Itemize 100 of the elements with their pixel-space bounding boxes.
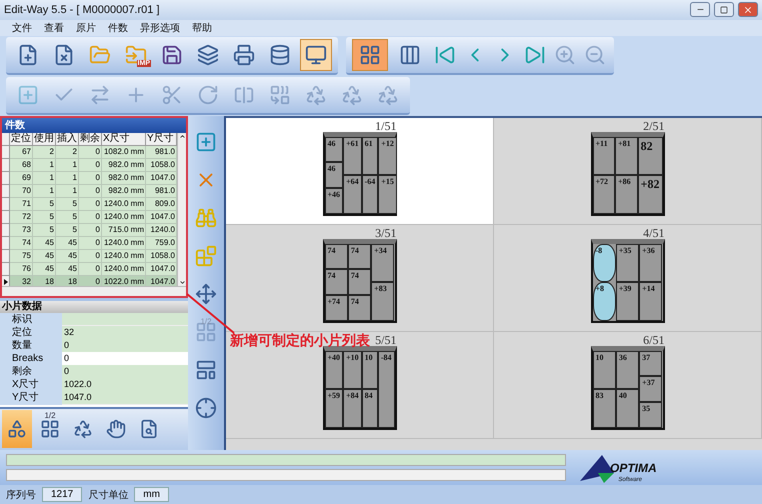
- glass-piece: +14: [639, 282, 662, 321]
- column-header[interactable]: 插入: [56, 132, 79, 146]
- maximize-icon: [720, 6, 728, 14]
- sheet-title: 5/51: [375, 334, 396, 346]
- property-field[interactable]: [62, 312, 188, 326]
- glass-piece: +81: [615, 136, 638, 176]
- menu-item[interactable]: 原片: [76, 20, 96, 35]
- glass-piece: +64: [343, 175, 362, 214]
- maximize-button[interactable]: [714, 2, 734, 18]
- table-cell: 1: [56, 172, 79, 185]
- serial-field: 1217: [42, 487, 82, 502]
- column-header[interactable]: Y尺寸: [146, 132, 177, 146]
- sheet-cell[interactable]: 4/51 -8 +8 +35 +39 +36 +14: [494, 224, 762, 332]
- binoculars-icon: [195, 206, 217, 229]
- columns-icon: [399, 44, 421, 66]
- layers-icon: [197, 44, 219, 66]
- table-cell: 0: [79, 158, 102, 172]
- sheet-cell[interactable]: 6/51 10 83 36 40 37 +37 35: [494, 332, 762, 439]
- glass-piece: 46: [324, 162, 344, 188]
- logo-name: OPTIMA: [610, 460, 657, 475]
- sheet-cell[interactable]: 1/51 46 46 +46 +61 +64 61 -64 +12 +15: [226, 118, 494, 225]
- sheet-title: 4/51: [643, 226, 664, 239]
- property-field[interactable]: 0: [62, 364, 188, 379]
- property-field[interactable]: 32: [62, 326, 188, 340]
- table-row[interactable]: 69 1 1 0 982.0 mm 1047.0: [2, 172, 177, 185]
- add-piece-icon: [17, 84, 39, 106]
- first-page-icon: [434, 44, 456, 66]
- table-row[interactable]: 72 5 5 0 1240.0 mm 1047.0: [2, 210, 177, 224]
- table-cell: 45: [56, 250, 79, 263]
- property-field[interactable]: 0: [62, 338, 188, 353]
- glass-piece: +34: [371, 244, 394, 282]
- tool-tab[interactable]: [2, 410, 32, 448]
- table-row[interactable]: 70 1 1 0 982.0 mm 981.0: [2, 184, 177, 198]
- table-cell: 1082.0 mm: [102, 146, 146, 159]
- toolbar-button[interactable]: [352, 38, 388, 71]
- table-cell: 5: [56, 198, 79, 211]
- table-row[interactable]: 73 5 5 0 715.0 mm 1240.0: [2, 224, 177, 237]
- column-header[interactable]: X尺寸: [102, 132, 146, 146]
- table-cell: 982.0 mm: [102, 184, 146, 198]
- column-header[interactable]: 剩余: [79, 132, 102, 146]
- property-field[interactable]: 1022.0: [62, 378, 188, 392]
- column-header[interactable]: 使用: [33, 132, 56, 146]
- menu-item[interactable]: 文件: [12, 20, 32, 35]
- current-row-icon: [4, 278, 8, 285]
- toolbar-button[interactable]: [300, 38, 332, 71]
- table-row[interactable]: 67 2 2 0 1082.0 mm 981.0: [2, 146, 177, 159]
- glass-piece: +10: [343, 350, 362, 390]
- table-cell: 0: [79, 224, 102, 237]
- glass-piece: -64: [362, 175, 378, 214]
- sheet-cell[interactable]: 2/51 +11 +72 +81 +86 82 +82: [494, 118, 762, 225]
- property-label: Breaks: [0, 352, 62, 366]
- close-file-icon: [53, 44, 75, 66]
- table-row[interactable]: 75 45 45 0 1240.0 mm 1058.0: [2, 250, 177, 263]
- table-cell: 76: [10, 262, 33, 276]
- property-field[interactable]: 1047.0: [62, 390, 188, 405]
- glass-piece: +15: [378, 175, 397, 214]
- table-cell: 71: [10, 198, 33, 211]
- glass-piece: +11: [592, 136, 616, 176]
- table-cell: 1240.0 mm: [102, 236, 146, 250]
- preview-icon: [139, 419, 159, 440]
- crosshair-icon: [195, 396, 217, 419]
- menu-item[interactable]: 帮助: [192, 20, 212, 35]
- table-cell: 45: [33, 262, 56, 276]
- table-cell: 0: [79, 172, 102, 185]
- blocks-icon: [195, 244, 217, 267]
- glass-piece: +35: [616, 244, 640, 282]
- menu-item[interactable]: 异形选项: [140, 20, 180, 35]
- table-cell: 1240.0 mm: [102, 262, 146, 276]
- recycle-icon: [305, 84, 327, 106]
- table-row[interactable]: 71 5 5 0 1240.0 mm 809.0: [2, 198, 177, 211]
- horizontal-scrollbar[interactable]: [2, 286, 186, 296]
- table-cell: 70: [10, 184, 33, 198]
- tool-tab[interactable]: 1/2: [35, 410, 65, 448]
- glass-piece: 74: [324, 244, 348, 270]
- menu-item[interactable]: 查看: [44, 20, 64, 35]
- close-button[interactable]: [738, 2, 758, 18]
- column-header[interactable]: 定位: [10, 132, 33, 146]
- table-row[interactable]: 74 45 45 0 1240.0 mm 759.0: [2, 236, 177, 250]
- printer-icon: [233, 44, 255, 66]
- table-row[interactable]: 68 1 1 0 982.0 mm 1058.0: [2, 158, 177, 172]
- glass-piece: 74: [324, 269, 348, 296]
- sheet-cell[interactable]: 3/51 74 74 +74 74 74 74 +34 +83: [226, 224, 494, 332]
- table-cell: 67: [10, 146, 33, 159]
- sheet-cell[interactable]: 新增可制定的小片列表 5/51 +40 +59 +10 +84 10 84 -84: [226, 332, 494, 439]
- glass-piece: +46: [324, 188, 344, 214]
- glass-piece: 74: [348, 244, 372, 270]
- glass-piece: +86: [615, 175, 638, 214]
- glass-piece: +82: [638, 175, 662, 214]
- table-cell: 5: [33, 224, 56, 237]
- table-cell: 1: [56, 158, 79, 172]
- glass-piece: +59: [324, 389, 344, 428]
- vertical-scrollbar[interactable]: [177, 132, 186, 286]
- property-label: 标识: [0, 312, 62, 326]
- table-row[interactable]: 76 45 45 0 1240.0 mm 1047.0: [2, 262, 177, 276]
- menu-item[interactable]: 件数: [108, 20, 128, 35]
- glass-piece: +84: [343, 389, 362, 428]
- glass-piece: +40: [324, 350, 344, 390]
- table-cell: 73: [10, 224, 33, 237]
- minimize-button[interactable]: [690, 2, 710, 18]
- glass-piece: 40: [616, 389, 640, 428]
